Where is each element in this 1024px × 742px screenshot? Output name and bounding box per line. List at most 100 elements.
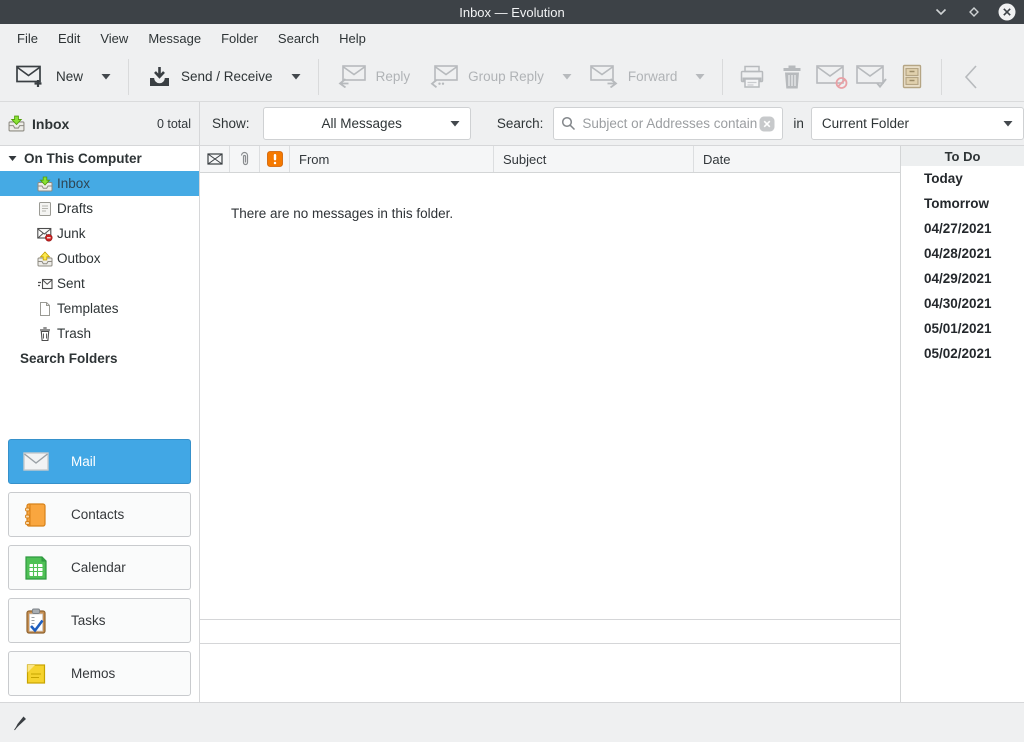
todo-item-date[interactable]: 05/02/2021 xyxy=(901,341,1024,366)
menu-view[interactable]: View xyxy=(90,26,138,51)
message-list-header: From Subject Date xyxy=(200,146,900,173)
todo-item-date[interactable]: 04/29/2021 xyxy=(901,266,1024,291)
junk-button[interactable] xyxy=(812,57,852,97)
search-scope-dropdown[interactable]: Current Folder xyxy=(811,107,1024,140)
trash-icon xyxy=(780,64,804,90)
sidebar-folder-junk[interactable]: Junk xyxy=(0,221,199,246)
chevron-down-icon xyxy=(935,8,947,16)
chevron-down-icon xyxy=(291,73,301,80)
column-date[interactable]: Date xyxy=(694,146,900,172)
todo-item-date[interactable]: 04/27/2021 xyxy=(901,216,1024,241)
column-from[interactable]: From xyxy=(290,146,494,172)
chevron-down-icon xyxy=(101,73,111,80)
minimize-button[interactable] xyxy=(932,3,950,21)
menu-bar: File Edit View Message Folder Search Hel… xyxy=(0,24,1024,52)
contacts-icon xyxy=(23,502,49,528)
switcher-contacts-button[interactable]: Contacts xyxy=(8,492,191,537)
menu-message[interactable]: Message xyxy=(138,26,211,51)
search-scope-value: Current Folder xyxy=(822,116,1003,131)
new-dropdown-button[interactable] xyxy=(93,57,119,97)
delete-button[interactable] xyxy=(772,57,812,97)
show-filter-dropdown[interactable]: All Messages xyxy=(263,107,471,140)
sidebar-folder-inbox[interactable]: Inbox xyxy=(0,171,199,196)
reply-button-label: Reply xyxy=(376,69,411,84)
archive-button[interactable] xyxy=(892,57,932,97)
previous-message-button[interactable] xyxy=(951,57,991,97)
group-reply-label: Group Reply xyxy=(468,69,544,84)
printer-icon xyxy=(739,64,765,90)
search-icon xyxy=(561,116,576,131)
sidebar-folder-drafts[interactable]: Drafts xyxy=(0,196,199,221)
sidebar-folder-trash[interactable]: Trash xyxy=(0,321,199,346)
mark-junk-icon xyxy=(816,65,848,89)
send-receive-button[interactable]: Send / Receive xyxy=(138,60,283,93)
switcher-label: Memos xyxy=(71,666,115,681)
column-status[interactable] xyxy=(200,146,230,172)
column-subject[interactable]: Subject xyxy=(494,146,694,172)
sidebar-folder-templates[interactable]: Templates xyxy=(0,296,199,321)
window-title: Inbox — Evolution xyxy=(459,5,565,20)
menu-file[interactable]: File xyxy=(7,26,48,51)
todo-panel: To Do Today Tomorrow 04/27/2021 04/28/20… xyxy=(900,146,1024,702)
column-from-label: From xyxy=(299,152,329,167)
todo-item-tomorrow[interactable]: Tomorrow xyxy=(901,191,1024,216)
todo-item-date[interactable]: 05/01/2021 xyxy=(901,316,1024,341)
column-date-label: Date xyxy=(703,152,730,167)
folder-sidebar: On This Computer Inbox xyxy=(0,146,200,702)
send-receive-dropdown-button[interactable] xyxy=(283,57,309,97)
message-list-scrollbar-area[interactable] xyxy=(200,619,900,644)
switcher-calendar-button[interactable]: Calendar xyxy=(8,545,191,590)
todo-item-date[interactable]: 04/30/2021 xyxy=(901,291,1024,316)
close-icon xyxy=(998,3,1016,21)
print-button[interactable] xyxy=(732,57,772,97)
clear-search-icon[interactable] xyxy=(759,116,775,132)
group-reply-dropdown-button[interactable] xyxy=(554,57,580,97)
not-junk-button[interactable] xyxy=(852,57,892,97)
maximize-button[interactable] xyxy=(965,3,983,21)
mail-icon xyxy=(23,449,49,475)
menu-folder[interactable]: Folder xyxy=(211,26,268,51)
menu-help[interactable]: Help xyxy=(329,26,376,51)
status-bar xyxy=(0,702,1024,742)
switcher-tasks-button[interactable]: Tasks xyxy=(8,598,191,643)
column-important[interactable] xyxy=(260,146,290,172)
content-area: On This Computer Inbox xyxy=(0,146,1024,702)
empty-folder-message: There are no messages in this folder. xyxy=(200,173,900,619)
todo-item-today[interactable]: Today xyxy=(901,166,1024,191)
search-input[interactable] xyxy=(582,116,759,131)
forward-icon xyxy=(590,65,618,88)
forward-button[interactable]: Forward xyxy=(580,60,688,93)
filter-bar: Inbox 0 total Show: All Messages Search:… xyxy=(0,102,1024,146)
tasks-icon xyxy=(23,608,49,634)
main-toolbar: New Send / Receive Reply xyxy=(0,52,1024,102)
column-subject-label: Subject xyxy=(503,152,546,167)
preview-pane xyxy=(200,644,900,702)
todo-item-date[interactable]: 04/28/2021 xyxy=(901,241,1024,266)
group-reply-button[interactable]: Group Reply xyxy=(420,60,554,93)
sidebar-search-folders[interactable]: Search Folders xyxy=(0,346,199,371)
close-button[interactable] xyxy=(998,3,1016,21)
switcher-label: Tasks xyxy=(71,613,106,628)
outbox-icon xyxy=(36,250,53,267)
reply-icon xyxy=(338,65,366,88)
sidebar-folder-outbox[interactable]: Outbox xyxy=(0,246,199,271)
chevron-down-icon xyxy=(1003,120,1013,127)
switcher-mail-button[interactable]: Mail xyxy=(8,439,191,484)
folder-info: Inbox 0 total xyxy=(0,102,200,145)
diamond-icon xyxy=(968,6,980,18)
menu-edit[interactable]: Edit xyxy=(48,26,90,51)
new-message-button[interactable]: New xyxy=(6,60,93,93)
show-label: Show: xyxy=(212,116,250,131)
trash-icon xyxy=(36,325,53,342)
switcher-memos-button[interactable]: Memos xyxy=(8,651,191,696)
reply-button[interactable]: Reply xyxy=(328,60,421,93)
search-box xyxy=(553,107,783,140)
new-mail-icon xyxy=(16,65,46,88)
title-bar[interactable]: Inbox — Evolution xyxy=(0,0,1024,24)
menu-search[interactable]: Search xyxy=(268,26,329,51)
forward-dropdown-button[interactable] xyxy=(687,57,713,97)
search-label: Search: xyxy=(497,116,544,131)
account-on-this-computer[interactable]: On This Computer xyxy=(0,146,199,171)
column-attachment[interactable] xyxy=(230,146,260,172)
sidebar-folder-sent[interactable]: Sent xyxy=(0,271,199,296)
